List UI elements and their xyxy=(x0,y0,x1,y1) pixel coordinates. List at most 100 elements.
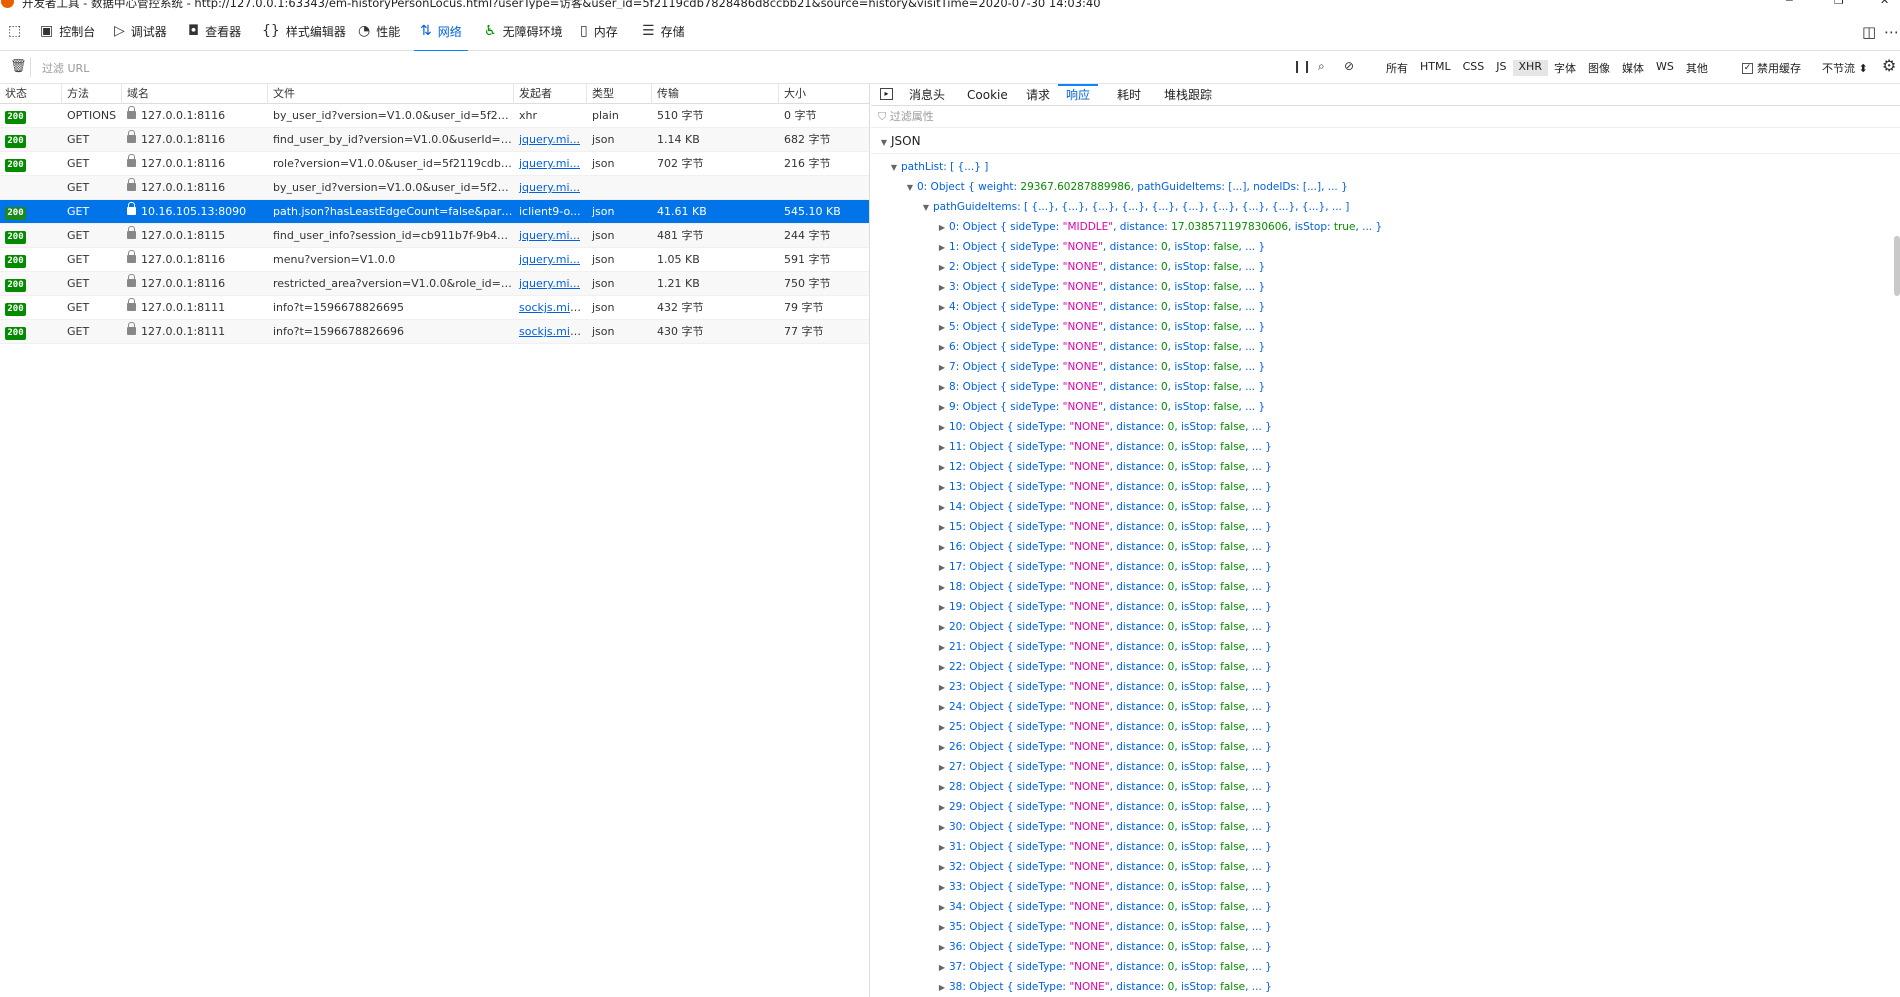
element-picker-icon[interactable]: ⬚ xyxy=(8,15,21,47)
json-token[interactable]: "NONE" xyxy=(1069,981,1109,993)
json-token[interactable]: 0 xyxy=(1161,401,1168,413)
json-token[interactable]: , isStop: xyxy=(1174,861,1220,873)
cell-initiator[interactable]: iclient9-o... xyxy=(513,200,586,224)
json-token[interactable]: false xyxy=(1220,581,1245,593)
table-row[interactable]: 200 GET 127.0.0.1:8116 restricted_area?vers… xyxy=(0,272,869,296)
json-token[interactable]: , isStop: xyxy=(1174,721,1220,733)
json-token[interactable]: , isStop: xyxy=(1168,281,1214,293)
json-node-item[interactable]: ▶ 0: Object { sideType: "MIDDLE", distanc… xyxy=(871,217,1900,237)
json-token[interactable]: , isStop: xyxy=(1168,361,1214,373)
json-token[interactable]: pathList: [ {...} ] xyxy=(901,161,988,173)
type-filter-button[interactable]: 字体 xyxy=(1548,60,1582,76)
cell-status[interactable]: 200 xyxy=(0,320,61,344)
json-token[interactable]: : Object { sideType: xyxy=(962,501,1069,513)
chevron-right-icon[interactable]: ▶ xyxy=(935,958,949,978)
json-token[interactable]: , ... } xyxy=(1245,821,1272,833)
cell-text[interactable]: by_user_id?version=V1.0.0&user_id=5f211.… xyxy=(273,109,513,122)
lock-icon[interactable] xyxy=(127,298,136,311)
chevron-right-icon[interactable]: ▶ xyxy=(935,258,949,278)
json-token[interactable]: "NONE" xyxy=(1063,321,1103,333)
json-token[interactable]: , distance: xyxy=(1110,461,1168,473)
cell-domain[interactable]: 127.0.0.1:8116 xyxy=(121,104,267,128)
json-token[interactable]: : Object { sideType: xyxy=(962,941,1069,953)
tab-console[interactable]: ▣ 控制台 xyxy=(40,15,95,47)
cell-method[interactable]: GET xyxy=(61,176,121,200)
json-token[interactable]: "NONE" xyxy=(1069,901,1109,913)
cell-transferred[interactable]: 41.61 KB xyxy=(651,200,778,224)
json-token[interactable]: , ... } xyxy=(1245,981,1272,993)
json-node-item[interactable]: ▶ 22: Object { sideType: "NONE", distance… xyxy=(871,657,1900,677)
json-token[interactable]: 32 xyxy=(949,861,962,873)
cell-file[interactable]: info?t=1596678826695 xyxy=(267,296,513,320)
json-node-item[interactable]: ▶ 38: Object { sideType: "NONE", distance… xyxy=(871,977,1900,997)
json-token[interactable]: , ... } xyxy=(1245,761,1272,773)
json-token[interactable]: 18 xyxy=(949,581,962,593)
json-node-item[interactable]: ▶ 29: Object { sideType: "NONE", distance… xyxy=(871,797,1900,817)
cell-text[interactable]: 79 字节 xyxy=(784,301,824,314)
json-token[interactable]: , isStop: xyxy=(1174,961,1220,973)
cell-size[interactable]: 216 字节 xyxy=(778,152,870,176)
json-token[interactable]: , ... } xyxy=(1245,941,1272,953)
domain-text[interactable]: 127.0.0.1:8116 xyxy=(141,181,225,194)
status-badge[interactable]: 200 xyxy=(5,231,26,244)
table-row[interactable]: GET 127.0.0.1:8116 by_user_id?version=V1.0… xyxy=(0,176,869,200)
cell-text[interactable]: 591 字节 xyxy=(784,253,831,266)
json-token[interactable]: , ... } xyxy=(1238,381,1265,393)
cell-text[interactable]: GET xyxy=(67,133,89,146)
table-row[interactable]: 200 OPTIONS 127.0.0.1:8116 by_user_id?versi… xyxy=(0,104,869,128)
column-header[interactable]: 传输 xyxy=(651,84,778,104)
json-token[interactable]: , ... } xyxy=(1245,781,1272,793)
restore-icon[interactable]: ❐ xyxy=(1834,0,1844,7)
json-token[interactable]: "NONE" xyxy=(1069,521,1109,533)
json-token[interactable]: false xyxy=(1220,421,1245,433)
tab-storage[interactable]: ☰ 存储 xyxy=(642,15,685,47)
cell-method[interactable]: GET xyxy=(61,272,121,296)
json-node-item[interactable]: ▶ 36: Object { sideType: "NONE", distance… xyxy=(871,937,1900,957)
json-token[interactable]: , distance: xyxy=(1110,961,1168,973)
json-token[interactable]: , isStop: xyxy=(1174,501,1220,513)
json-token[interactable]: : Object { sideType: xyxy=(962,781,1069,793)
json-token[interactable]: false xyxy=(1220,721,1245,733)
json-token[interactable]: , distance: xyxy=(1110,721,1168,733)
json-token[interactable]: : Object { sideType: xyxy=(962,641,1069,653)
json-token[interactable]: : Object { sideType: xyxy=(962,761,1069,773)
cell-status[interactable]: 200 xyxy=(0,152,61,176)
json-token[interactable]: "MIDDLE" xyxy=(1063,221,1113,233)
json-token[interactable]: , isStop: xyxy=(1174,941,1220,953)
json-token[interactable]: : Object { sideType: xyxy=(962,661,1069,673)
cell-initiator[interactable]: jquery.mi... xyxy=(513,248,586,272)
chevron-right-icon[interactable]: ▶ xyxy=(935,938,949,958)
json-token[interactable]: "NONE" xyxy=(1069,621,1109,633)
column-header[interactable]: 方法 xyxy=(61,84,121,104)
json-token[interactable]: , distance: xyxy=(1110,661,1168,673)
json-token[interactable]: "NONE" xyxy=(1069,841,1109,853)
chevron-right-icon[interactable]: ▶ xyxy=(935,798,949,818)
cell-size[interactable]: 77 字节 xyxy=(778,320,870,344)
lock-icon[interactable] xyxy=(127,106,136,119)
type-filter-button[interactable]: 媒体 xyxy=(1616,60,1650,76)
json-token[interactable]: , distance: xyxy=(1110,781,1168,793)
chevron-right-icon[interactable]: ▶ xyxy=(935,358,949,378)
cell-file[interactable]: menu?version=V1.0.0 xyxy=(267,248,513,272)
cell-type[interactable]: json xyxy=(586,128,651,152)
cell-text[interactable]: json xyxy=(592,133,615,146)
json-token[interactable]: : Object { sideType: xyxy=(962,801,1069,813)
json-token[interactable]: false xyxy=(1213,261,1238,273)
cell-domain[interactable]: 127.0.0.1:8116 xyxy=(121,176,267,200)
cell-text[interactable]: GET xyxy=(67,277,89,290)
json-token[interactable]: "NONE" xyxy=(1069,741,1109,753)
json-token[interactable]: 35 xyxy=(949,921,962,933)
json-token[interactable]: , distance: xyxy=(1110,981,1168,993)
json-token[interactable]: 5 xyxy=(949,321,956,333)
json-node-item[interactable]: ▶ 2: Object { sideType: "NONE", distance:… xyxy=(871,257,1900,277)
chevron-right-icon[interactable]: ▶ xyxy=(935,718,949,738)
cell-type[interactable]: json xyxy=(586,272,651,296)
type-filter-button[interactable]: WS xyxy=(1650,60,1680,76)
cell-file[interactable]: path.json?hasLeastEdgeCount=false&para..… xyxy=(267,200,513,224)
json-token[interactable]: 4 xyxy=(949,301,956,313)
json-token[interactable]: "NONE" xyxy=(1069,861,1109,873)
json-token[interactable]: , distance: xyxy=(1113,221,1171,233)
initiator-link[interactable]: jquery.mi... xyxy=(519,277,580,290)
json-token[interactable]: , distance: xyxy=(1110,861,1168,873)
cell-initiator[interactable]: jquery.mi... xyxy=(513,176,586,200)
